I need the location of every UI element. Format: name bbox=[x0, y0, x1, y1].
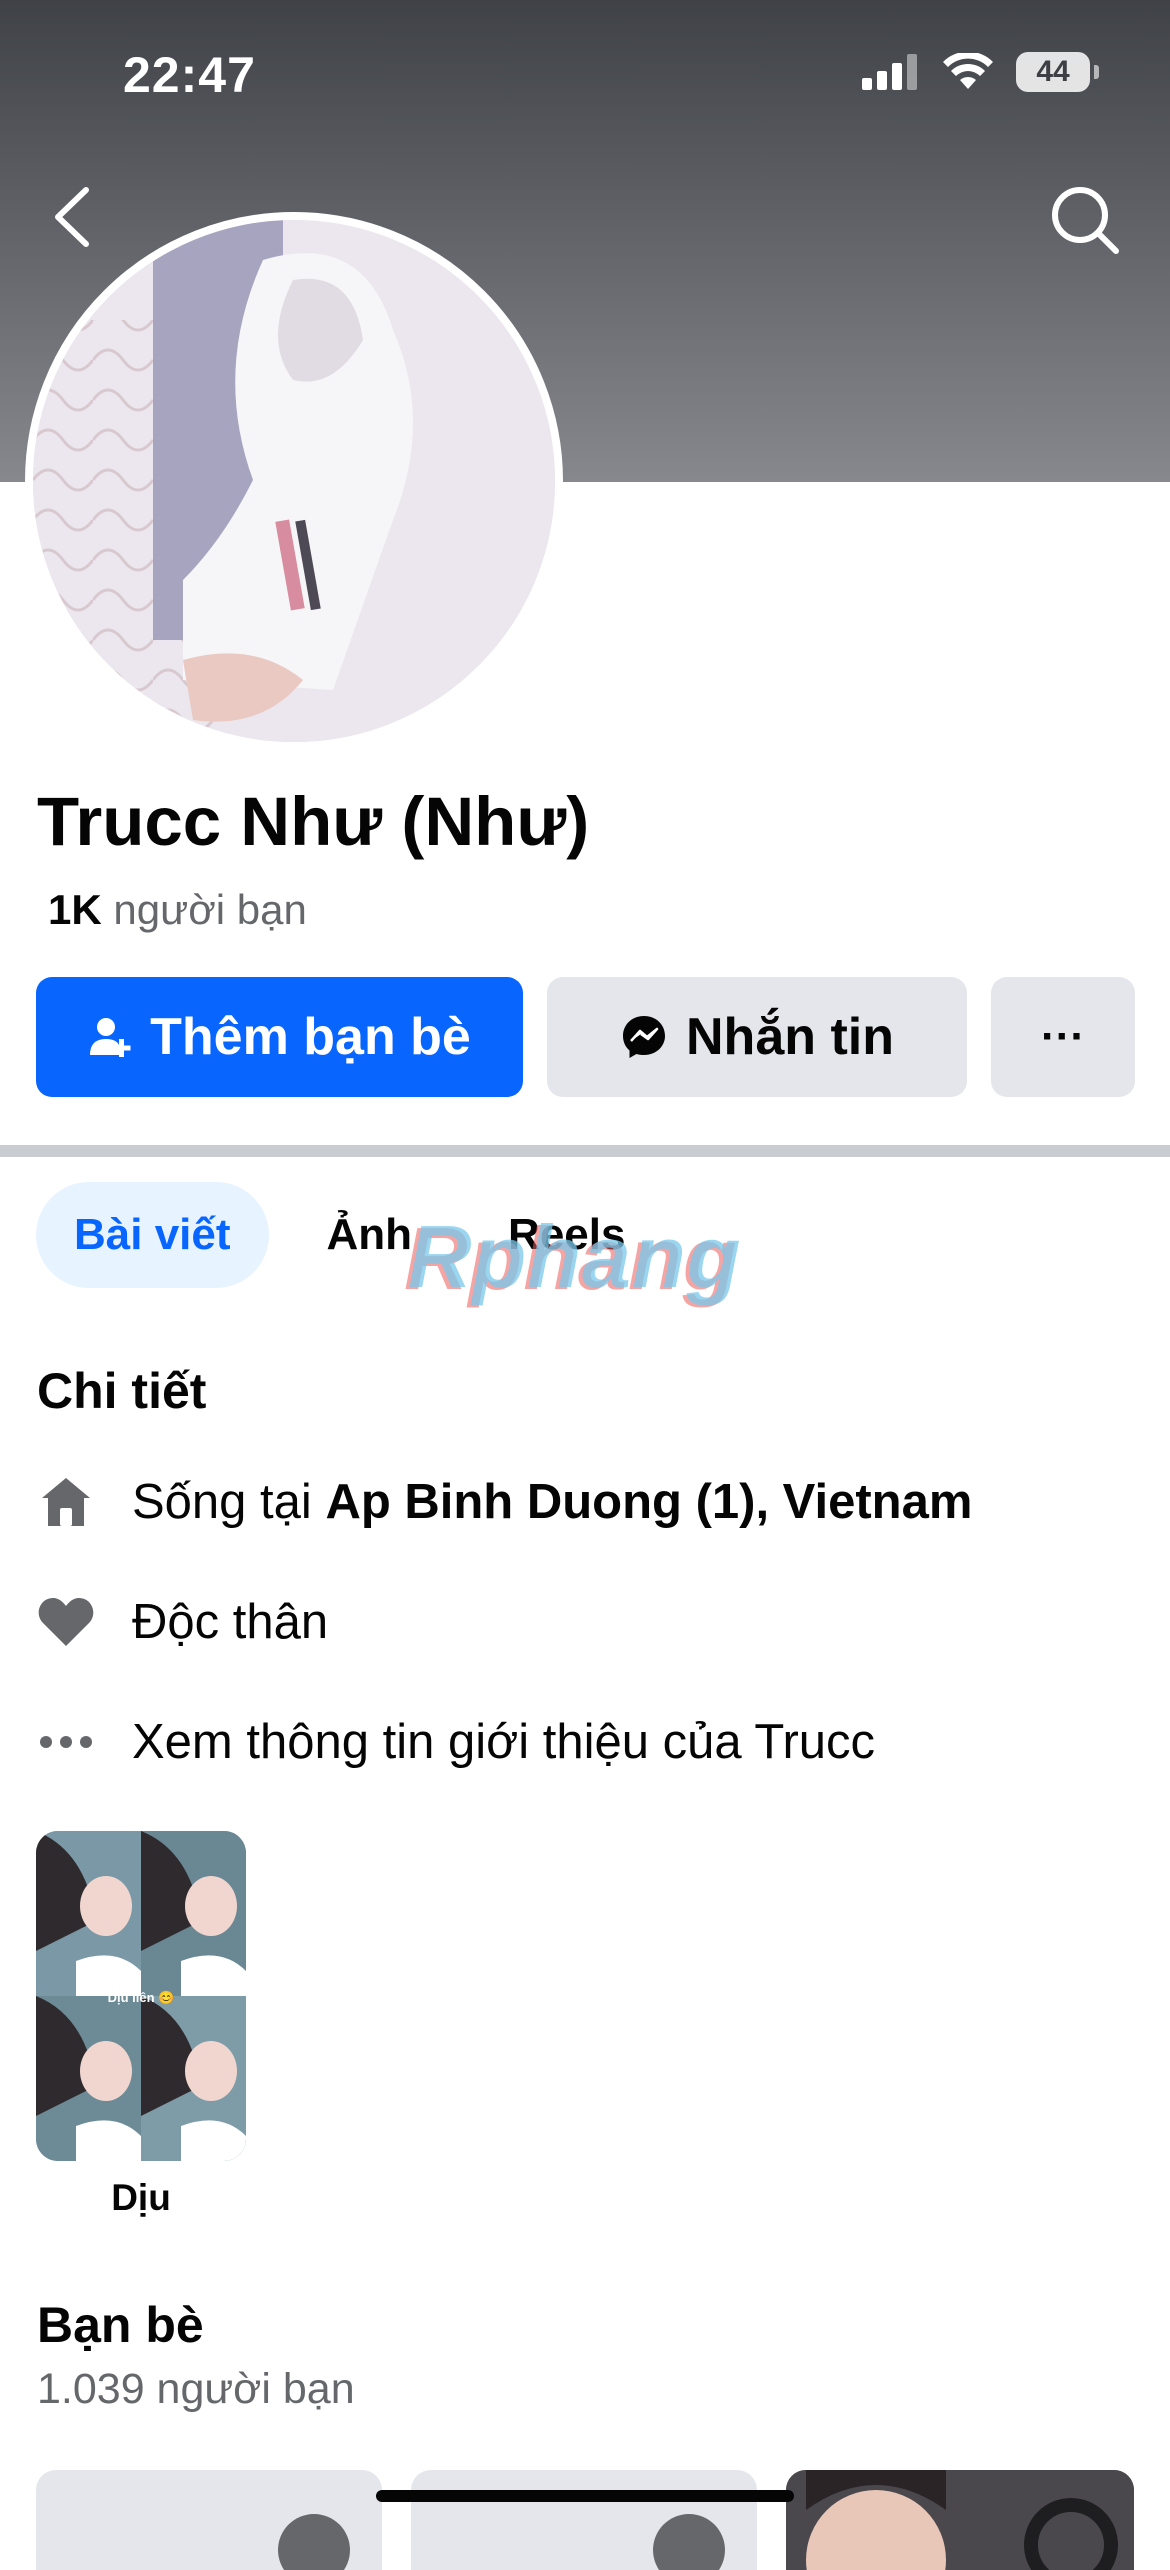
friends-count-value: 1K bbox=[48, 886, 102, 933]
more-options-icon: ··· bbox=[1041, 1012, 1085, 1061]
detail-see-about[interactable]: Xem thông tin giới thiệu của Trucc bbox=[36, 1712, 875, 1772]
friend-card[interactable] bbox=[786, 2470, 1134, 2570]
add-friend-label: Thêm bạn bè bbox=[150, 1008, 471, 1066]
avatar-photo bbox=[33, 220, 555, 742]
status-icons: 44 bbox=[862, 52, 1099, 92]
home-icon bbox=[36, 1472, 96, 1532]
add-friend-icon bbox=[90, 1018, 131, 1057]
battery-level: 44 bbox=[1036, 55, 1070, 88]
featured-highlight[interactable]: Dịu liên 😊 Dịu bbox=[36, 1831, 246, 2219]
highlight-label: Dịu bbox=[111, 2177, 171, 2218]
messenger-icon bbox=[623, 1016, 665, 1058]
relationship-status: Độc thân bbox=[132, 1595, 329, 1649]
tab-posts[interactable]: Bài viết bbox=[36, 1182, 269, 1288]
friend-card[interactable] bbox=[411, 2470, 757, 2570]
section-divider bbox=[0, 1145, 1170, 1157]
wifi-icon bbox=[943, 53, 993, 89]
signal-icon bbox=[862, 54, 917, 90]
search-icon bbox=[1052, 187, 1119, 254]
watermark-logo: Rphang bbox=[408, 1207, 742, 1306]
more-options-button[interactable]: ··· bbox=[991, 977, 1135, 1097]
see-about-link[interactable]: Xem thông tin giới thiệu của Trucc bbox=[132, 1714, 875, 1770]
search-button[interactable] bbox=[1040, 175, 1130, 265]
chevron-left-icon bbox=[55, 187, 89, 247]
message-label: Nhắn tin bbox=[686, 1008, 894, 1066]
default-avatar-icon bbox=[653, 2514, 725, 2570]
default-avatar-icon bbox=[278, 2514, 350, 2570]
profile-avatar[interactable] bbox=[25, 212, 563, 750]
friend-card[interactable] bbox=[36, 2470, 382, 2570]
detail-lives-in: Sống tại Ap Binh Duong (1), Vietnam bbox=[36, 1472, 972, 1532]
more-dots-icon bbox=[36, 1712, 96, 1772]
highlight-thumb-caption: Dịu liên 😊 bbox=[108, 1990, 175, 2005]
status-time: 22:47 bbox=[123, 47, 256, 103]
friends-total: 1.039 người bạn bbox=[37, 2365, 355, 2413]
profile-name: Trucc Như (Như) bbox=[37, 783, 590, 860]
friend-photo bbox=[786, 2470, 1134, 2570]
message-button[interactable]: Nhắn tin bbox=[547, 977, 967, 1097]
friends-count[interactable]: 1K người bạn bbox=[48, 886, 307, 934]
lives-in-value[interactable]: Ap Binh Duong (1), Vietnam bbox=[325, 1475, 972, 1529]
friends-title: Bạn bè bbox=[37, 2297, 204, 2353]
highlight-thumbnail: Dịu liên 😊 bbox=[36, 1831, 246, 2161]
friends-count-label: người bạn bbox=[113, 886, 307, 933]
heart-icon bbox=[36, 1592, 96, 1652]
battery-icon: 44 bbox=[1016, 52, 1099, 92]
detail-relationship: Độc thân bbox=[36, 1592, 328, 1652]
lives-in-prefix: Sống tại bbox=[132, 1475, 312, 1529]
back-button[interactable] bbox=[40, 175, 104, 259]
home-indicator bbox=[376, 2490, 794, 2502]
details-title: Chi tiết bbox=[37, 1363, 207, 1419]
add-friend-button[interactable]: Thêm bạn bè bbox=[36, 977, 523, 1097]
